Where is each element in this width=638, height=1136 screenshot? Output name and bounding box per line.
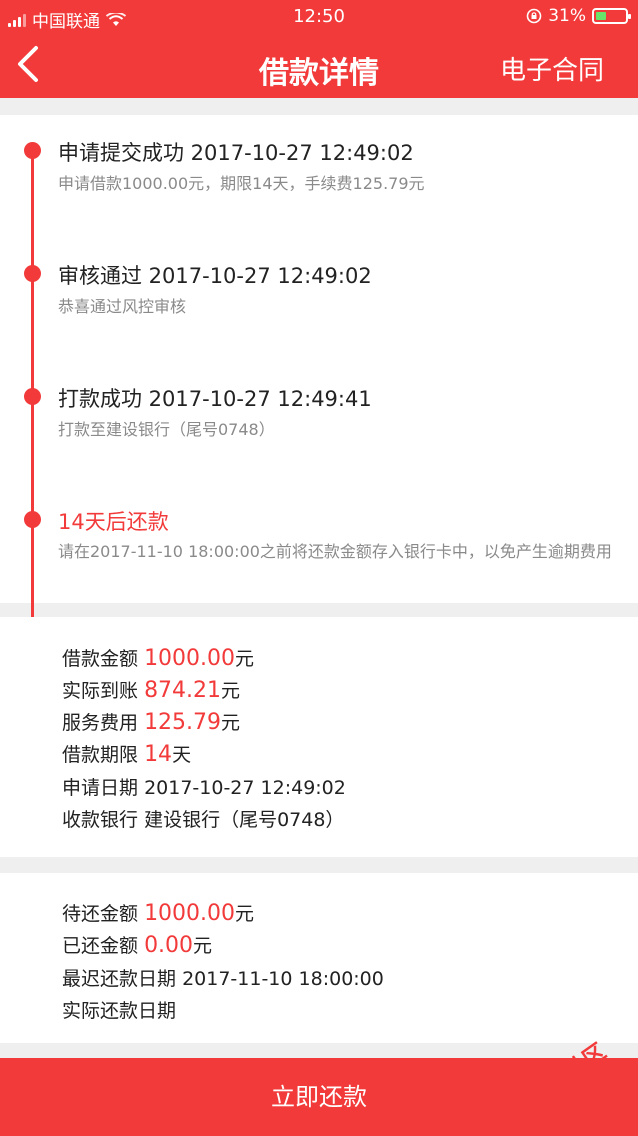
paid-amount-value: 0.00 xyxy=(144,933,194,958)
loan-amount-value: 1000.00 xyxy=(144,646,236,671)
unit-label: 元 xyxy=(193,935,213,957)
paid-amount-row: 已还金额 0.00元 xyxy=(62,931,212,958)
unit-label: 元 xyxy=(235,648,255,670)
timeline-subtitle: 恭喜通过风控审核 xyxy=(58,297,187,316)
latest-date-label: 最迟还款日期 xyxy=(62,968,177,990)
timeline-title: 14天后还款 xyxy=(58,510,169,534)
loan-details-card: 借款金额 1000.00元 实际到账 874.21元 服务费用 125.79元 … xyxy=(0,617,638,857)
actual-received-row: 实际到账 874.21元 xyxy=(62,676,240,703)
paid-amount-label: 已还金额 xyxy=(62,935,139,957)
actual-date-label: 实际还款日期 xyxy=(62,1000,177,1022)
status-bar: 中国联通 12:50 31% xyxy=(0,0,638,34)
service-fee-label: 服务费用 xyxy=(62,712,139,734)
unit-label: 元 xyxy=(221,712,241,734)
timeline-card: 申请提交成功 2017-10-27 12:49:02 申请借款1000.00元，… xyxy=(0,115,638,635)
rotation-lock-icon xyxy=(526,8,542,24)
loan-term-value: 14 xyxy=(144,742,173,767)
repayment-card: 待还金额 1000.00元 已还金额 0.00元 最迟还款日期 2017-11-… xyxy=(0,873,638,1043)
actual-received-value: 874.21 xyxy=(144,678,222,703)
timeline-subtitle: 申请借款1000.00元，期限14天，手续费125.79元 xyxy=(58,174,425,193)
timeline-dot xyxy=(24,511,41,528)
timeline-title: 打款成功 2017-10-27 12:49:41 xyxy=(58,387,372,411)
timeline-subtitle: 请在2017-11-10 18:00:00之前将还款金额存入银行卡中，以免产生逾… xyxy=(58,542,612,561)
battery-percent: 31% xyxy=(548,6,586,26)
pending-amount-row: 待还金额 1000.00元 xyxy=(62,899,254,926)
e-contract-button[interactable]: 电子合同 xyxy=(500,50,604,87)
header: 中国联通 12:50 31% 借款详情 电子合同 xyxy=(0,0,638,98)
loan-term-label: 借款期限 xyxy=(62,744,139,766)
timeline-subtitle: 打款至建设银行（尾号0748） xyxy=(58,420,275,439)
bank-value: 建设银行（尾号0748） xyxy=(144,809,345,831)
unit-label: 元 xyxy=(221,680,241,702)
unit-label: 元 xyxy=(235,903,255,925)
timeline-title: 审核通过 2017-10-27 12:49:02 xyxy=(58,264,372,288)
latest-date-value: 2017-11-10 18:00:00 xyxy=(182,968,384,990)
apply-date-row: 申请日期 2017-10-27 12:49:02 xyxy=(62,773,346,800)
loan-amount-label: 借款金额 xyxy=(62,648,139,670)
service-fee-value: 125.79 xyxy=(144,710,222,735)
apply-date-value: 2017-10-27 12:49:02 xyxy=(144,777,346,799)
loan-amount-row: 借款金额 1000.00元 xyxy=(62,644,254,671)
timeline-dot xyxy=(24,142,41,159)
timeline-dot xyxy=(24,388,41,405)
unit-label: 天 xyxy=(172,744,192,766)
actual-date-row: 实际还款日期 xyxy=(62,996,176,1023)
service-fee-row: 服务费用 125.79元 xyxy=(62,708,240,735)
latest-date-row: 最迟还款日期 2017-11-10 18:00:00 xyxy=(62,964,384,991)
bank-label: 收款银行 xyxy=(62,809,139,831)
pending-amount-value: 1000.00 xyxy=(144,901,236,926)
actual-received-label: 实际到账 xyxy=(62,680,139,702)
bank-row: 收款银行 建设银行（尾号0748） xyxy=(62,805,344,832)
status-right: 31% xyxy=(526,6,631,26)
apply-date-label: 申请日期 xyxy=(62,777,139,799)
battery-icon xyxy=(592,8,631,24)
loan-term-row: 借款期限 14天 xyxy=(62,740,191,767)
timeline-title: 申请提交成功 2017-10-27 12:49:02 xyxy=(58,141,414,165)
timeline-dot xyxy=(24,265,41,282)
pending-amount-label: 待还金额 xyxy=(62,903,139,925)
